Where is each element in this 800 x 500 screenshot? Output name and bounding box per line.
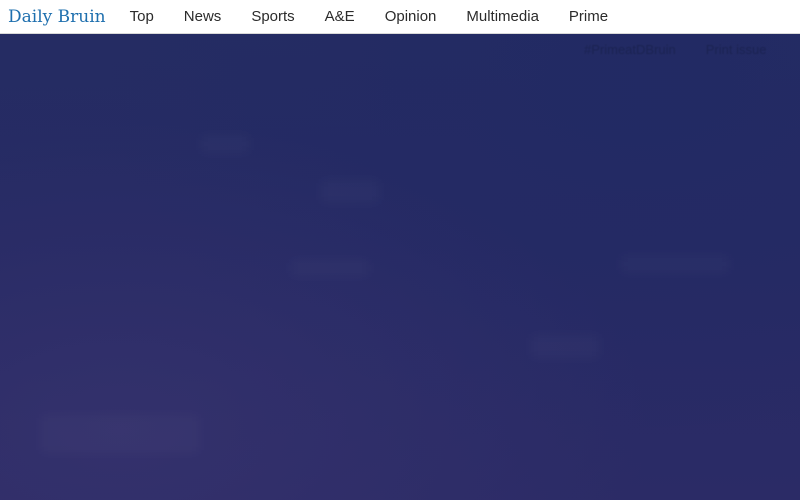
background-blur-block: [40, 414, 200, 454]
nav-item-sports[interactable]: Sports: [251, 8, 294, 25]
page: Daily Bruin Top News Sports A&E Opinion …: [0, 0, 800, 500]
top-navigation-bar: Daily Bruin Top News Sports A&E Opinion …: [0, 0, 800, 34]
hero-link-print-issue[interactable]: Print issue: [706, 42, 767, 57]
background-blur-block: [200, 134, 250, 154]
background-blur-block: [290, 259, 370, 277]
nav-item-news[interactable]: News: [184, 8, 222, 25]
hero-link-prime-handle[interactable]: #PrimeatDBruin: [584, 42, 676, 57]
nav-item-opinion[interactable]: Opinion: [385, 8, 437, 25]
nav-item-top[interactable]: Top: [130, 8, 154, 25]
nav-item-multimedia[interactable]: Multimedia: [466, 8, 539, 25]
background-blur-block: [530, 334, 600, 359]
main-nav: Top News Sports A&E Opinion Multimedia P…: [130, 8, 638, 25]
nav-item-prime[interactable]: Prime: [569, 8, 608, 25]
background-blur-block: [320, 179, 380, 204]
site-logo-link[interactable]: Daily Bruin: [8, 7, 106, 27]
background-blur-block: [620, 254, 730, 274]
hero-background: #PrimeatDBruin Print issue: [0, 34, 800, 500]
hero-links: #PrimeatDBruin Print issue: [584, 42, 796, 57]
nav-item-arts-entertainment[interactable]: A&E: [325, 8, 355, 25]
